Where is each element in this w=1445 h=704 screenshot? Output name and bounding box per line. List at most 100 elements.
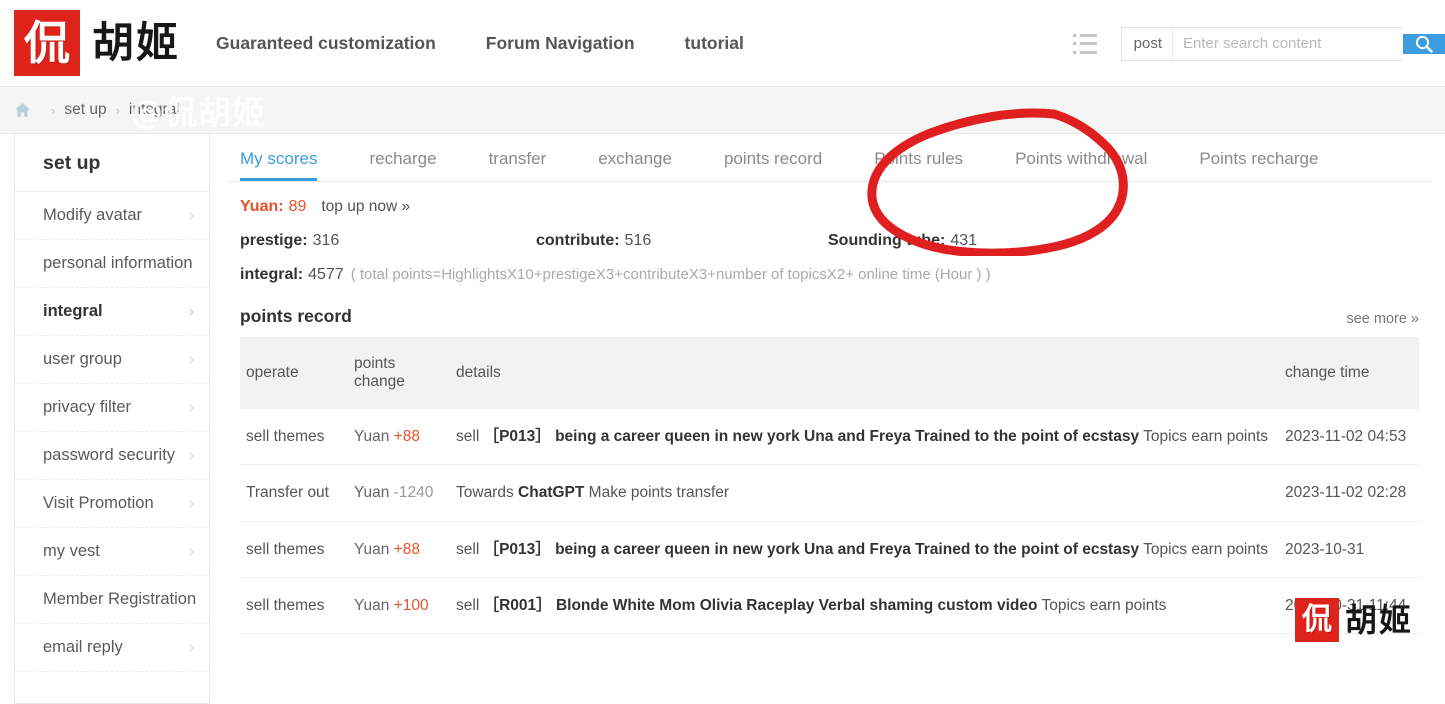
breadcrumb-separator-1: › [51,102,56,118]
sidebar-item-label: email reply [43,638,123,656]
detail-code[interactable]: ［R001］ [484,597,552,614]
table-body: sell themes Yuan +88 sell ［P013］ being a… [240,409,1419,635]
detail-title[interactable]: Blonde White Mom Olivia Raceplay Verbal … [556,597,1037,614]
detail-title[interactable]: ChatGPT [518,484,584,501]
sidebar-item-integral[interactable]: integral › [15,288,209,336]
prestige-stat: prestige: 316 [240,232,536,250]
breadcrumb-separator-2: › [115,102,120,118]
table-row: sell themes Yuan +88 sell ［P013］ being a… [240,521,1419,578]
page-root: 侃 胡姬 Guaranteed customization Forum Navi… [0,0,1445,704]
chevron-right-icon: › [188,205,195,226]
sounding-tube-label: Sounding tube: [828,232,946,249]
sidebar-item-visit-promotion[interactable]: Visit Promotion › [15,480,209,528]
points-record-header: points record see more » [228,300,1431,337]
list-icon[interactable] [1072,33,1099,54]
detail-tail: Topics earn points [1143,540,1269,558]
top-up-link[interactable]: top up now » [321,198,410,216]
tab-points-record[interactable]: points record [724,150,822,181]
sidebar-item-user-group[interactable]: user group › [15,336,209,384]
integral-formula: ( total points=HighlightsX10+prestigeX3+… [350,266,991,283]
tab-points-rules[interactable]: Points rules [874,150,963,181]
brand-name-cn: 胡姬 [92,18,181,67]
cell-details: sell ［P013］ being a career queen in new … [450,521,1279,578]
sounding-tube-value: 431 [950,232,978,249]
see-more-link[interactable]: see more » [1346,311,1419,327]
seal-logo-char: 侃 [24,16,70,70]
nav-item-guaranteed-customization[interactable]: Guaranteed customization [216,33,436,54]
points-record-title: points record [240,306,352,326]
detail-action: sell [456,540,480,558]
prestige-value: 316 [312,232,340,249]
cell-points-change: Yuan -1240 [348,464,450,522]
nav-item-forum-navigation[interactable]: Forum Navigation [486,33,635,54]
detail-code[interactable]: ［P013］ [484,428,551,445]
sidebar-title: set up [15,134,209,192]
yuan-line: Yuan: 89 top up now » [240,198,1419,216]
yuan-label: Yuan: [240,198,284,215]
tab-transfer[interactable]: transfer [489,150,547,181]
table-header: operate points change details change tim… [240,337,1419,409]
main-content: My scores recharge transfer exchange poi… [228,134,1431,704]
sidebar-item-label: Visit Promotion [43,494,154,512]
tab-recharge[interactable]: recharge [369,150,436,181]
chevron-right-icon: › [188,349,195,370]
amount-value: -1240 [393,484,434,502]
cell-operate: sell themes [240,409,348,466]
cell-operate: sell themes [240,521,348,578]
cell-change-time: 2023-10-31 [1279,521,1419,578]
sidebar-item-password-security[interactable]: password security › [15,432,209,480]
amount-value: +88 [393,540,420,558]
detail-title[interactable]: being a career queen in new york Una and… [555,541,1139,558]
tab-points-recharge[interactable]: Points recharge [1199,150,1318,181]
sidebar-item-label: Modify avatar [43,206,143,224]
search-input[interactable] [1173,27,1403,60]
sidebar-item-my-vest[interactable]: my vest › [15,528,209,576]
amount-value: +88 [393,428,420,445]
sidebar: set up Modify avatar › personal informat… [14,134,210,704]
points-record-table: operate points change details change tim… [240,337,1419,635]
currency-label: Yuan [354,596,390,614]
home-icon[interactable] [14,102,31,118]
search-button[interactable] [1403,33,1445,54]
sidebar-item-label: my vest [43,542,100,560]
site-logo[interactable]: 侃 胡姬 [14,10,180,76]
column-header-points-change: points change [348,337,450,409]
body-wrapper: set up Modify avatar › personal informat… [0,134,1445,704]
cell-change-time: 2023-10-31 11:44 [1279,577,1419,635]
sounding-tube-stat: Sounding tube: 431 [828,232,977,250]
cell-points-change: Yuan +100 [348,577,450,635]
search-box: post [1120,26,1403,61]
sidebar-item-member-registration[interactable]: Member Registration [15,576,209,624]
search-category-selector[interactable]: post [1122,27,1173,60]
sidebar-item-label: integral [43,302,103,320]
detail-action: sell [456,428,480,445]
column-header-change-time: change time [1279,337,1419,409]
counters-line: prestige: 316 contribute: 516 Sounding t… [240,232,1419,250]
detail-tail: Topics earn points [1041,596,1167,614]
sidebar-item-email-reply[interactable]: email reply › [15,624,209,672]
sidebar-item-personal-information[interactable]: personal information [15,240,209,288]
cell-points-change: Yuan +88 [348,409,450,466]
detail-code[interactable]: ［P013］ [484,541,551,558]
sidebar-item-modify-avatar[interactable]: Modify avatar › [15,192,209,240]
tab-my-scores[interactable]: My scores [240,150,318,181]
currency-label: Yuan [354,484,390,502]
chevron-right-icon: › [188,541,195,562]
seal-logo-icon: 侃 [14,10,80,76]
integral-label: integral: [240,266,304,283]
detail-action: sell [456,596,480,614]
detail-title[interactable]: being a career queen in new york Una and… [555,428,1139,445]
integral-value: 4577 [308,266,344,283]
breadcrumb-item-integral: integral [128,101,180,118]
tab-points-withdrawal[interactable]: Points withdrawal [1015,150,1147,181]
sidebar-item-privacy-filter[interactable]: privacy filter › [15,384,209,432]
search-icon [1415,35,1433,53]
nav-item-tutorial[interactable]: tutorial [685,33,744,54]
breadcrumb: › set up › integral @侃胡姬 [0,87,1445,134]
breadcrumb-item-set-up[interactable]: set up [64,101,106,119]
points-tabs: My scores recharge transfer exchange poi… [228,134,1431,182]
yuan-value: 89 [288,198,307,215]
tab-exchange[interactable]: exchange [598,150,672,181]
table-row: sell themes Yuan +100 sell ［R001］ Blonde… [240,577,1419,635]
cell-points-change: Yuan +88 [348,521,450,578]
